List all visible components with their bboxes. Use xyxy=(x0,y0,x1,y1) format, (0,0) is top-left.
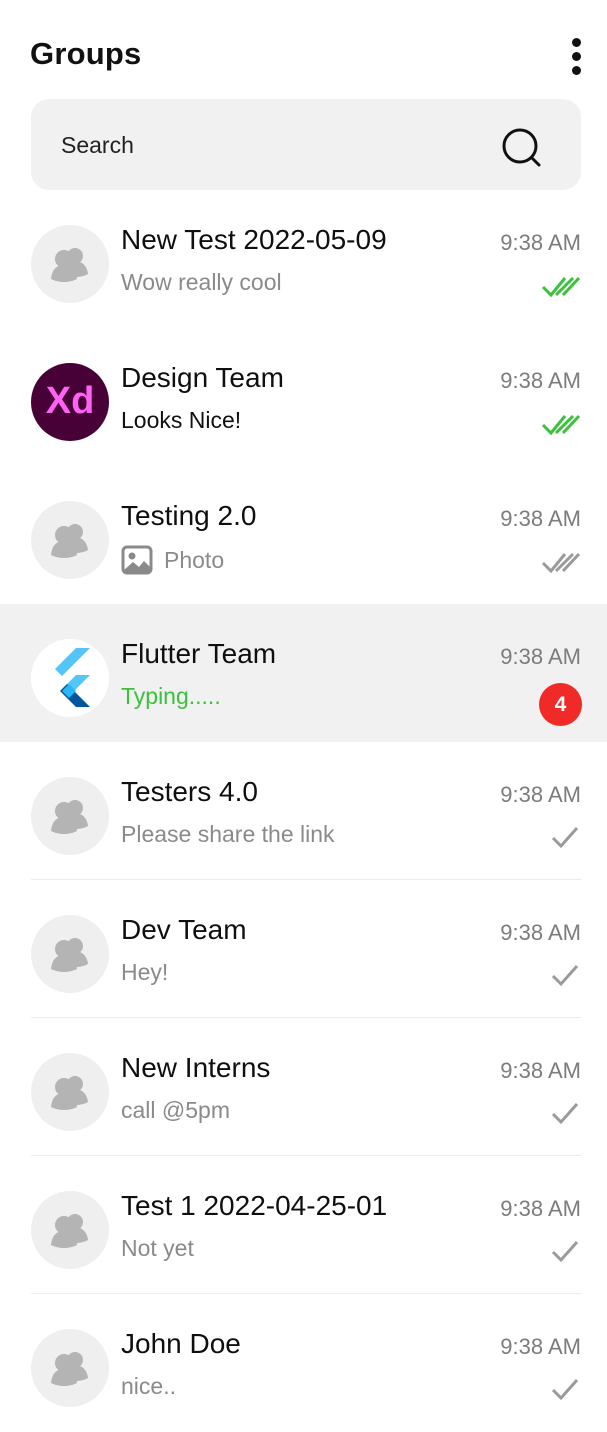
flutter-logo xyxy=(31,639,109,717)
typing-indicator: Typing..... xyxy=(121,683,221,709)
xd-logo-text: Xd xyxy=(45,380,95,422)
last-message: call @5pm xyxy=(121,1097,230,1123)
group-row-dev-team[interactable]: Dev Team Hey! 9:38 AM xyxy=(0,880,607,1018)
photo-icon xyxy=(121,545,153,575)
check-sent-icon xyxy=(551,965,579,987)
message-time: 9:38 AM xyxy=(500,1334,581,1359)
group-name: Testers 4.0 xyxy=(121,776,258,807)
group-name: Design Team xyxy=(121,362,284,393)
message-time: 9:38 AM xyxy=(500,782,581,807)
message-time: 9:38 AM xyxy=(500,1196,581,1221)
last-message: Hey! xyxy=(121,959,169,985)
double-check-read-icon xyxy=(541,414,581,436)
group-icon xyxy=(31,915,109,993)
page-title: Groups xyxy=(30,36,142,71)
message-time: 9:38 AM xyxy=(500,368,581,393)
double-check-delivered-icon xyxy=(541,552,581,574)
search-bar[interactable] xyxy=(31,99,581,190)
double-check-read-icon xyxy=(541,276,581,298)
group-name: New Test 2022-05-09 xyxy=(121,224,387,255)
group-name: John Doe xyxy=(121,1328,241,1359)
check-sent-icon xyxy=(551,1103,579,1125)
photo-label: Photo xyxy=(164,546,225,573)
check-sent-icon xyxy=(551,1379,579,1401)
group-row-new-test[interactable]: New Test 2022-05-09 Wow really cool 9:38… xyxy=(0,190,607,328)
group-name: Dev Team xyxy=(121,914,247,945)
message-time: 9:38 AM xyxy=(500,506,581,531)
group-row-new-interns[interactable]: New Interns call @5pm 9:38 AM xyxy=(0,1018,607,1156)
group-icon xyxy=(31,1053,109,1131)
adobe-xd-logo: Xd xyxy=(31,363,109,441)
last-message: nice.. xyxy=(121,1373,176,1399)
group-list: New Test 2022-05-09 Wow really cool 9:38… xyxy=(0,190,607,1432)
group-icon xyxy=(31,777,109,855)
last-message: Wow really cool xyxy=(121,269,282,295)
last-message-photo: Photo xyxy=(121,545,224,575)
more-vertical-icon[interactable] xyxy=(562,36,592,80)
search-icon[interactable] xyxy=(500,126,544,170)
group-name: Testing 2.0 xyxy=(121,500,257,531)
group-row-design-team[interactable]: Xd Design Team Looks Nice! 9:38 AM xyxy=(0,328,607,466)
group-icon xyxy=(31,501,109,579)
search-input[interactable] xyxy=(61,123,491,167)
message-time: 9:38 AM xyxy=(500,230,581,255)
message-time: 9:38 AM xyxy=(500,644,581,669)
group-row-testing-2[interactable]: Testing 2.0 Photo 9:38 AM xyxy=(0,466,607,604)
app-header: Groups xyxy=(0,0,607,100)
group-name: Flutter Team xyxy=(121,638,277,669)
message-time: 9:38 AM xyxy=(500,920,581,945)
last-message: Please share the link xyxy=(121,821,335,847)
group-icon xyxy=(31,225,109,303)
group-row-test-1[interactable]: Test 1 2022-04-25-01 Not yet 9:38 AM xyxy=(0,1156,607,1294)
group-icon xyxy=(31,1191,109,1269)
check-sent-icon xyxy=(551,1241,579,1263)
last-message: Looks Nice! xyxy=(121,407,242,433)
unread-count-badge: 4 xyxy=(539,683,582,726)
group-row-testers-4[interactable]: Testers 4.0 Please share the link 9:38 A… xyxy=(0,742,607,880)
last-message: Not yet xyxy=(121,1235,194,1261)
message-time: 9:38 AM xyxy=(500,1058,581,1083)
group-row-john-doe[interactable]: John Doe nice.. 9:38 AM xyxy=(0,1294,607,1432)
check-sent-icon xyxy=(551,827,579,849)
group-name: New Interns xyxy=(121,1052,271,1083)
group-icon xyxy=(31,1329,109,1407)
group-name: Test 1 2022-04-25-01 xyxy=(121,1190,388,1221)
group-row-flutter-team[interactable]: Flutter Team Typing..... 9:38 AM 4 xyxy=(0,604,607,742)
